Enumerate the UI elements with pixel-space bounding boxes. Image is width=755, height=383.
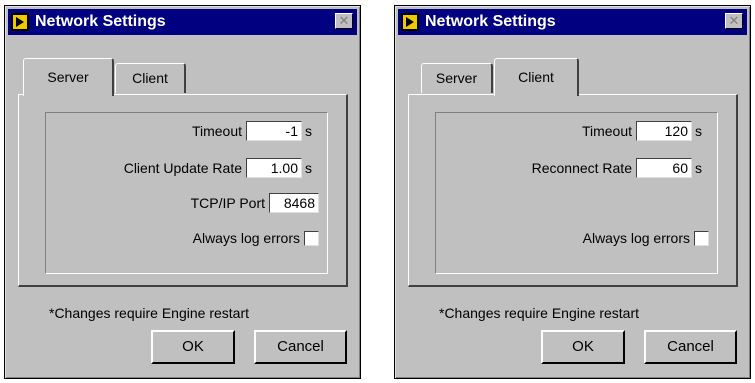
ok-button[interactable]: OK <box>541 330 625 364</box>
timeout-field[interactable]: -1 <box>246 121 302 141</box>
labview-arrow-icon <box>401 13 419 31</box>
port-row: TCP/IP Port 8468 <box>191 192 319 214</box>
always-log-errors-label: Always log errors <box>582 230 690 246</box>
update-rate-row: Client Update Rate 1.00 s <box>124 157 319 179</box>
ok-button[interactable]: OK <box>151 330 235 364</box>
timeout-label: Timeout <box>191 123 242 139</box>
tab-panel-client: Timeout 120 s Reconnect Rate 60 s Always… <box>408 94 738 287</box>
tcp-ip-port-field[interactable]: 8468 <box>269 193 319 213</box>
reconnect-rate-row: Reconnect Rate 60 s <box>532 157 709 179</box>
title-bar[interactable]: Network Settings ✕ <box>8 9 357 35</box>
tab-server[interactable]: Server <box>421 63 493 93</box>
tab-panel-server: Timeout -1 s Client Update Rate 1.00 s T… <box>18 94 348 287</box>
log-errors-row: Always log errors <box>193 227 319 249</box>
tab-client[interactable]: Client <box>494 58 579 96</box>
timeout-unit: s <box>305 123 312 139</box>
settings-group: Timeout 120 s Reconnect Rate 60 s Always… <box>435 112 718 274</box>
tcp-ip-port-label: TCP/IP Port <box>190 195 265 211</box>
always-log-errors-label: Always log errors <box>192 230 300 246</box>
reconnect-rate-unit: s <box>695 160 702 176</box>
timeout-label: Timeout <box>581 123 632 139</box>
always-log-errors-checkbox[interactable] <box>304 230 319 246</box>
client-update-rate-field[interactable]: 1.00 <box>246 158 302 178</box>
close-icon[interactable]: ✕ <box>335 13 353 29</box>
timeout-row: Timeout -1 s <box>192 120 319 142</box>
dialog-title: Network Settings <box>425 13 556 30</box>
labview-arrow-icon <box>11 13 29 31</box>
network-settings-dialog-client: Network Settings ✕ Server Client Timeout… <box>394 5 751 379</box>
reconnect-rate-label: Reconnect Rate <box>531 160 632 176</box>
settings-group: Timeout -1 s Client Update Rate 1.00 s T… <box>45 112 328 274</box>
log-errors-row: Always log errors <box>583 227 709 249</box>
restart-note: *Changes require Engine restart <box>49 305 250 321</box>
close-icon[interactable]: ✕ <box>725 13 743 29</box>
tab-client[interactable]: Client <box>115 63 186 93</box>
timeout-row: Timeout 120 s <box>582 120 709 142</box>
timeout-field[interactable]: 120 <box>636 121 692 141</box>
client-update-rate-unit: s <box>305 160 312 176</box>
dialog-title: Network Settings <box>35 13 166 30</box>
network-settings-dialog-server: Network Settings ✕ Server Client Timeout… <box>4 5 361 379</box>
tab-server[interactable]: Server <box>23 58 114 96</box>
title-bar[interactable]: Network Settings ✕ <box>398 9 747 35</box>
cancel-button[interactable]: Cancel <box>644 330 737 364</box>
cancel-button[interactable]: Cancel <box>254 330 347 364</box>
always-log-errors-checkbox[interactable] <box>694 230 709 246</box>
reconnect-rate-field[interactable]: 60 <box>636 158 692 178</box>
client-update-rate-label: Client Update Rate <box>123 160 242 176</box>
restart-note: *Changes require Engine restart <box>439 305 640 321</box>
timeout-unit: s <box>695 123 702 139</box>
